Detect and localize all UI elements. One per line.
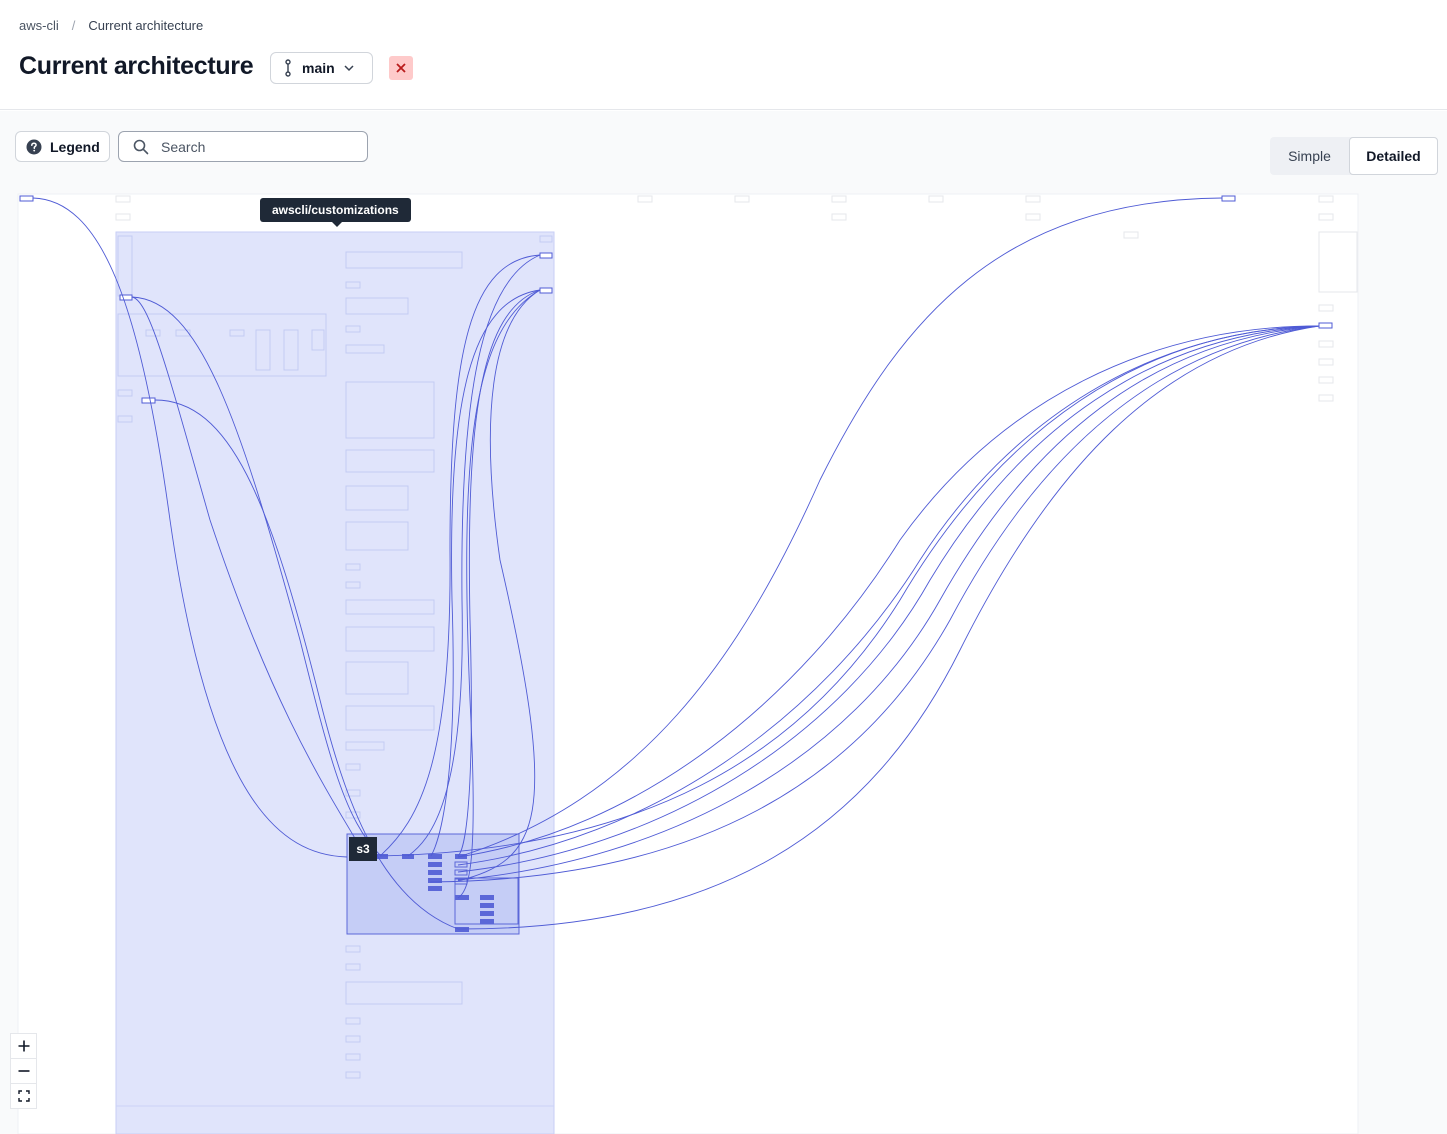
legend-button[interactable]: Legend — [15, 131, 110, 162]
git-branch-icon — [285, 59, 291, 77]
fit-view-button[interactable] — [10, 1083, 37, 1109]
breadcrumb: aws-cli / Current architecture — [19, 18, 203, 33]
view-toggle: Simple Detailed — [1270, 137, 1438, 175]
close-icon — [396, 63, 406, 73]
module-tooltip: awscli/customizations — [260, 198, 411, 227]
plus-icon — [18, 1040, 29, 1052]
fit-view-icon — [17, 1090, 30, 1102]
minus-icon — [18, 1070, 29, 1072]
search-input[interactable] — [161, 138, 351, 155]
s3-node-label[interactable]: s3 — [349, 837, 377, 861]
branch-selector[interactable]: main — [270, 52, 373, 84]
page-title: Current architecture — [19, 52, 254, 80]
zoom-controls — [10, 1033, 37, 1109]
branch-name: main — [302, 60, 335, 76]
search-box — [118, 131, 368, 162]
legend-label: Legend — [50, 138, 100, 155]
breadcrumb-separator: / — [71, 18, 76, 33]
zoom-out-button[interactable] — [10, 1058, 37, 1084]
search-icon — [133, 139, 149, 154]
tab-detailed[interactable]: Detailed — [1349, 137, 1438, 175]
top-bar: aws-cli / Current architecture Current a… — [0, 0, 1447, 110]
tab-simple[interactable]: Simple — [1270, 137, 1349, 175]
chevron-down-icon — [344, 65, 354, 72]
module-region-awscli-customizations[interactable] — [115, 231, 555, 1134]
breadcrumb-repo-link[interactable]: aws-cli — [19, 18, 59, 33]
close-button[interactable] — [389, 56, 413, 80]
breadcrumb-current: Current architecture — [88, 18, 204, 33]
zoom-in-button[interactable] — [10, 1033, 37, 1059]
question-circle-icon — [26, 139, 42, 154]
